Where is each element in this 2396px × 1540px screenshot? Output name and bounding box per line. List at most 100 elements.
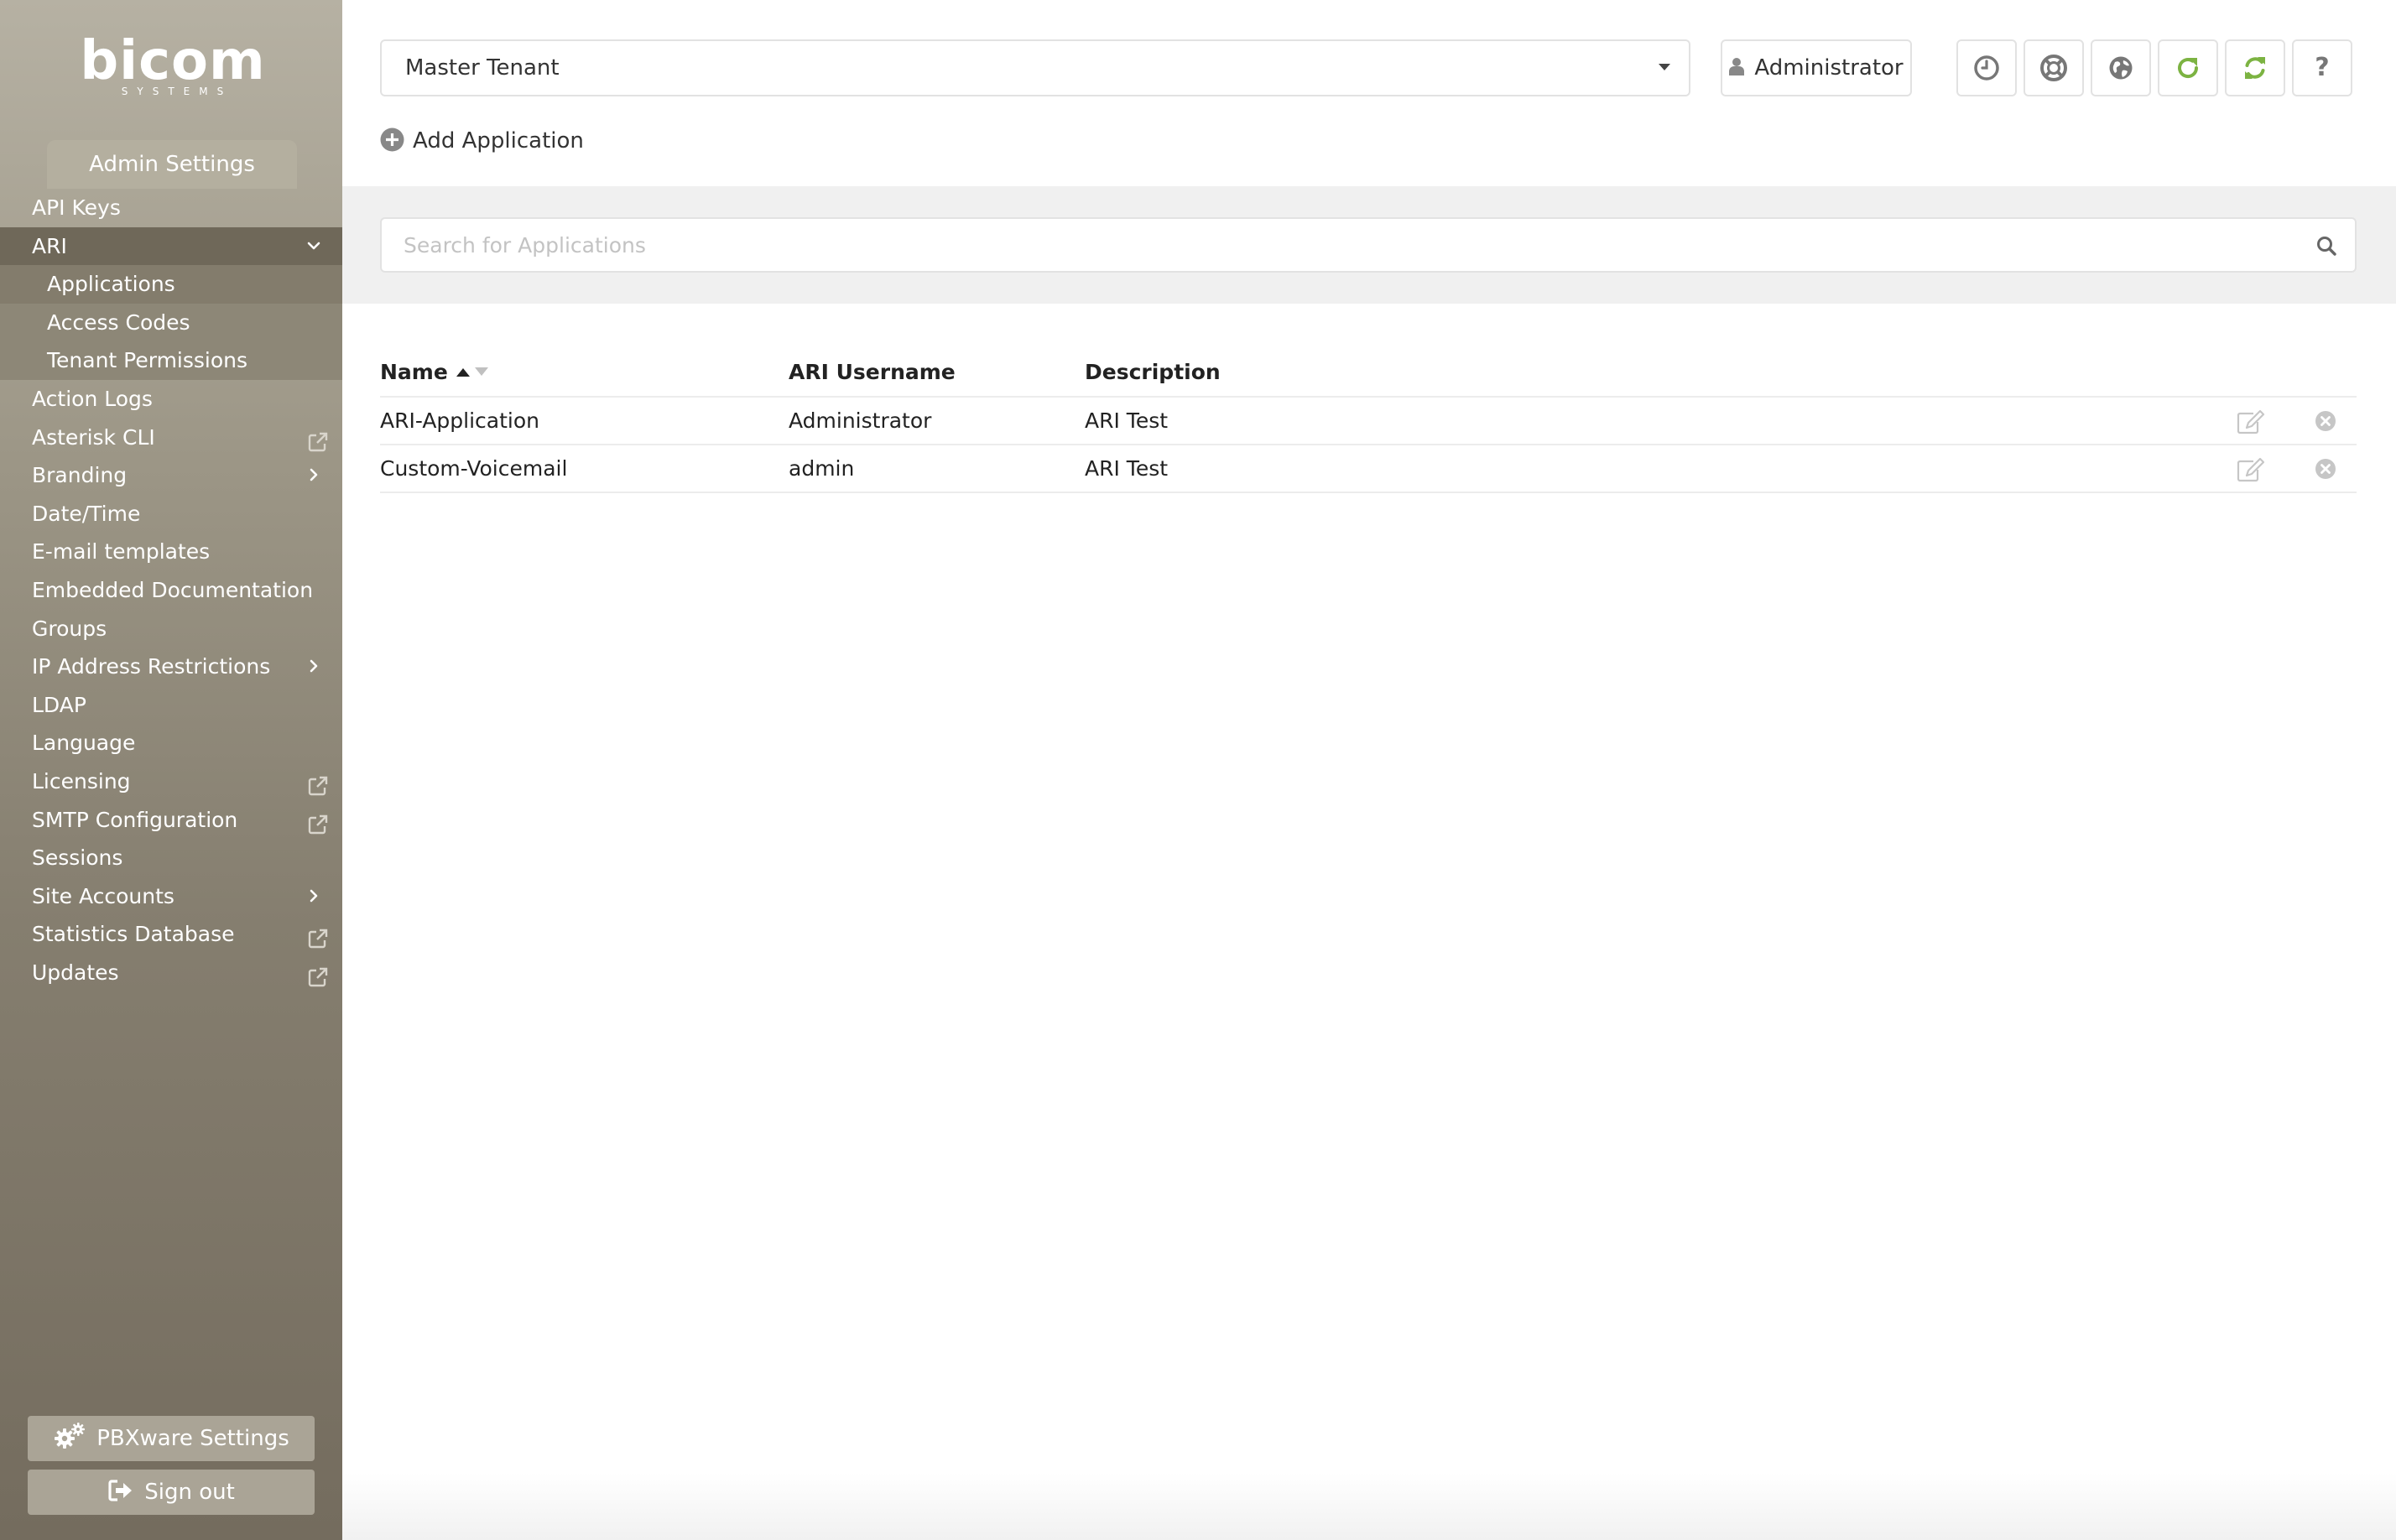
table-header: Name ARI Username Description: [380, 352, 2357, 398]
applications-table: Name ARI Username Description ARI-Applic…: [380, 352, 2357, 493]
edit-icon[interactable]: [2237, 457, 2265, 482]
external-link-icon[interactable]: [307, 923, 329, 949]
pbxware-settings-button[interactable]: PBXware Settings: [28, 1416, 315, 1461]
sidebar-item-label: Site Accounts: [32, 883, 174, 908]
column-header-name[interactable]: Name: [380, 352, 488, 393]
sync-button[interactable]: [2225, 39, 2285, 96]
pbxware-settings-label: PBXware Settings: [96, 1426, 289, 1451]
sidebar-item-groups[interactable]: Groups: [0, 610, 342, 648]
sidebar-item-label: Groups: [32, 616, 107, 641]
tenant-select-value: Master Tenant: [405, 55, 560, 81]
external-link-icon[interactable]: [307, 771, 329, 796]
sidebar-item-asterisk-cli[interactable]: Asterisk CLI: [0, 419, 342, 457]
bicom-logo[interactable]: bicom SYSTEMS: [79, 34, 267, 97]
sidebar-item-smtp-configuration[interactable]: SMTP Configuration: [0, 801, 342, 840]
cell-description: ARI Test: [1085, 456, 1169, 481]
sidebar-item-label: E-mail templates: [32, 539, 211, 564]
admin-settings-tab[interactable]: Admin Settings: [47, 140, 297, 189]
sidebar-item-label: Asterisk CLI: [32, 424, 155, 450]
sidebar-item-api-keys[interactable]: API Keys: [0, 189, 342, 227]
sidebar-item-label: Sessions: [32, 845, 123, 871]
sidebar-item-statistics-database[interactable]: Statistics Database: [0, 915, 342, 954]
gears-icon: [55, 1422, 86, 1449]
reload-icon: [2178, 58, 2199, 79]
sidebar-item-updates[interactable]: Updates: [0, 954, 342, 992]
sidebar-item-label: Access Codes: [47, 310, 190, 335]
sync-icon: [2245, 57, 2265, 79]
sidebar-item-label: Statistics Database: [32, 922, 235, 947]
chevron-down-icon: [305, 227, 320, 266]
external-link-icon[interactable]: [307, 427, 329, 451]
user-label: Administrator: [1754, 55, 1904, 81]
sign-out-icon: [108, 1479, 133, 1501]
sidebar: bicom SYSTEMS Admin Settings API Keys ARI…: [0, 0, 342, 1540]
sidebar-item-licensing[interactable]: Licensing: [0, 762, 342, 801]
external-link-icon[interactable]: [307, 809, 329, 834]
reload-button[interactable]: [2158, 39, 2218, 96]
plus-circle-icon: [380, 127, 404, 151]
table-body: ARI-Application Administrator ARI Test Cust…: [380, 398, 2357, 493]
sidebar-item-label: Language: [32, 731, 136, 756]
sidebar-item-label: SMTP Configuration: [32, 807, 238, 832]
sort-descending-icon[interactable]: [474, 367, 488, 377]
cell-name[interactable]: Custom-Voicemail: [380, 445, 567, 492]
sort-ascending-icon[interactable]: [456, 367, 470, 377]
add-application-button[interactable]: Add Application: [380, 126, 584, 156]
cell-description: ARI Test: [1085, 408, 1169, 433]
user-icon: [1729, 58, 1745, 75]
sidebar-item-date-time[interactable]: Date/Time: [0, 495, 342, 533]
sidebar-item-site-accounts[interactable]: Site Accounts: [0, 877, 342, 916]
sidebar-item-label: IP Address Restrictions: [32, 654, 271, 679]
column-header-ari-username[interactable]: ARI Username: [789, 352, 956, 393]
sidebar-item-label: Tenant Permissions: [47, 348, 248, 373]
sidebar-item-language[interactable]: Language: [0, 724, 342, 762]
column-header-name-label: Name: [380, 360, 448, 384]
sidebar-item-access-codes[interactable]: Access Codes: [0, 303, 342, 342]
search-bar-area: [342, 186, 2396, 304]
language-button[interactable]: [2091, 39, 2151, 96]
cell-ari-username: Administrator: [789, 408, 932, 433]
sidebar-item-ldap[interactable]: LDAP: [0, 686, 342, 725]
sidebar-item-action-logs[interactable]: Action Logs: [0, 380, 342, 419]
chevron-down-icon: [1659, 64, 1670, 70]
help-icon: ?: [2315, 53, 2330, 82]
sidebar-item-ip-address-restrictions[interactable]: IP Address Restrictions: [0, 648, 342, 686]
chevron-right-icon: [305, 648, 320, 686]
cell-name[interactable]: ARI-Application: [380, 398, 539, 444]
search-input[interactable]: [382, 219, 2355, 271]
chevron-right-icon: [305, 456, 320, 495]
clock-icon: [1974, 55, 1999, 81]
sidebar-item-e-mail-templates[interactable]: E-mail templates: [0, 533, 342, 571]
sidebar-item-label: Date/Time: [32, 501, 141, 526]
sidebar-item-branding[interactable]: Branding: [0, 456, 342, 495]
table-row[interactable]: ARI-Application Administrator ARI Test: [380, 398, 2357, 445]
history-button[interactable]: [1956, 39, 2017, 96]
support-button[interactable]: [2024, 39, 2084, 96]
delete-icon[interactable]: [2315, 410, 2336, 432]
sign-out-button[interactable]: Sign out: [28, 1470, 315, 1515]
delete-icon[interactable]: [2315, 458, 2336, 480]
search-icon[interactable]: [2316, 236, 2336, 256]
bottom-fade: [342, 1473, 2396, 1540]
sign-out-label: Sign out: [144, 1480, 235, 1505]
sidebar-item-applications[interactable]: Applications: [0, 265, 342, 304]
logo-text: bicom: [80, 30, 266, 92]
user-menu-button[interactable]: Administrator: [1721, 39, 1912, 96]
edit-icon[interactable]: [2237, 409, 2265, 434]
table-row[interactable]: Custom-Voicemail admin ARI Test: [380, 445, 2357, 493]
tenant-select[interactable]: Master Tenant: [380, 39, 1690, 96]
sidebar-item-ari[interactable]: ARI: [0, 226, 342, 266]
sidebar-item-label: Action Logs: [32, 386, 153, 411]
sidebar-item-label: Licensing: [32, 768, 131, 793]
sidebar-item-tenant-permissions[interactable]: Tenant Permissions: [0, 341, 342, 380]
external-link-icon[interactable]: [307, 962, 329, 987]
sidebar-item-embedded-documentation[interactable]: Embedded Documentation: [0, 571, 342, 610]
column-header-description[interactable]: Description: [1085, 352, 1221, 393]
sidebar-nav: API Keys ARI Applications Access Codes Tenan…: [0, 189, 342, 991]
search-box: [380, 217, 2357, 273]
globe-icon: [2109, 56, 2133, 80]
sidebar-item-label: Applications: [47, 272, 175, 297]
sidebar-item-label: API Keys: [32, 195, 121, 220]
sidebar-item-sessions[interactable]: Sessions: [0, 839, 342, 877]
help-button[interactable]: ?: [2292, 39, 2352, 96]
